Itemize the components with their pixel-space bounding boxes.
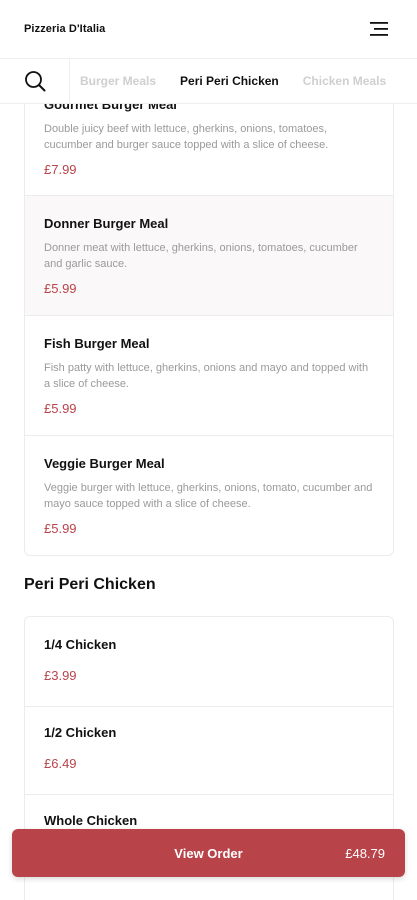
item-name: Donner Burger Meal	[44, 216, 169, 231]
item-description: Double juicy beef with lettuce, gherkins…	[44, 123, 329, 151]
section-heading: Peri Peri Chicken	[24, 576, 156, 593]
item-name: Fish Burger Meal	[44, 336, 150, 351]
menu-item[interactable]: 1/4 Chicken £3.99	[25, 617, 393, 707]
item-price: £5.99	[44, 281, 77, 296]
item-name: Veggie Burger Meal	[44, 456, 165, 471]
category-nav: Burger Meals Peri Peri Chicken Chicken M…	[0, 58, 417, 104]
item-price: £5.99	[44, 521, 77, 536]
order-total: £48.79	[345, 845, 385, 861]
app-header: Pizzeria D'Italia	[0, 0, 417, 58]
search-icon[interactable]	[0, 59, 70, 103]
item-name: 1/2 Chicken	[44, 725, 117, 740]
view-order-button[interactable]: View Order £48.79	[12, 829, 405, 877]
item-name: 1/4 Chicken	[44, 637, 117, 652]
menu-item[interactable]: Fish Burger Meal Fish patty with lettuce…	[25, 316, 393, 436]
item-price: £3.99	[44, 668, 77, 683]
item-price: £6.49	[44, 756, 77, 771]
item-price: £7.99	[44, 162, 77, 177]
item-description: Fish patty with lettuce, gherkins, onion…	[44, 362, 369, 390]
item-description: Donner meat with lettuce, gherkins, onio…	[44, 242, 358, 270]
item-name: Whole Chicken	[44, 813, 138, 828]
item-price: £5.99	[44, 401, 77, 416]
menu-item[interactable]: 1/2 Chicken £6.49	[25, 707, 393, 795]
brand-name: Pizzeria D'Italia	[24, 23, 106, 35]
item-description: Veggie burger with lettuce, gherkins, on…	[44, 482, 373, 510]
tab-peri-peri-chicken[interactable]: Peri Peri Chicken	[180, 74, 279, 88]
burger-meals-list: Gourmet Burger Meal Double juicy beef wi…	[24, 76, 394, 556]
category-tabs: Burger Meals Peri Peri Chicken Chicken M…	[70, 59, 386, 103]
menu-content[interactable]: Gourmet Burger Meal Double juicy beef wi…	[0, 0, 417, 900]
tab-burger-meals[interactable]: Burger Meals	[80, 74, 156, 88]
hamburger-menu-icon[interactable]	[367, 17, 391, 41]
menu-item[interactable]: Veggie Burger Meal Veggie burger with le…	[25, 436, 393, 555]
tab-chicken-meals[interactable]: Chicken Meals	[303, 74, 386, 88]
menu-item[interactable]: Donner Burger Meal Donner meat with lett…	[25, 196, 393, 316]
